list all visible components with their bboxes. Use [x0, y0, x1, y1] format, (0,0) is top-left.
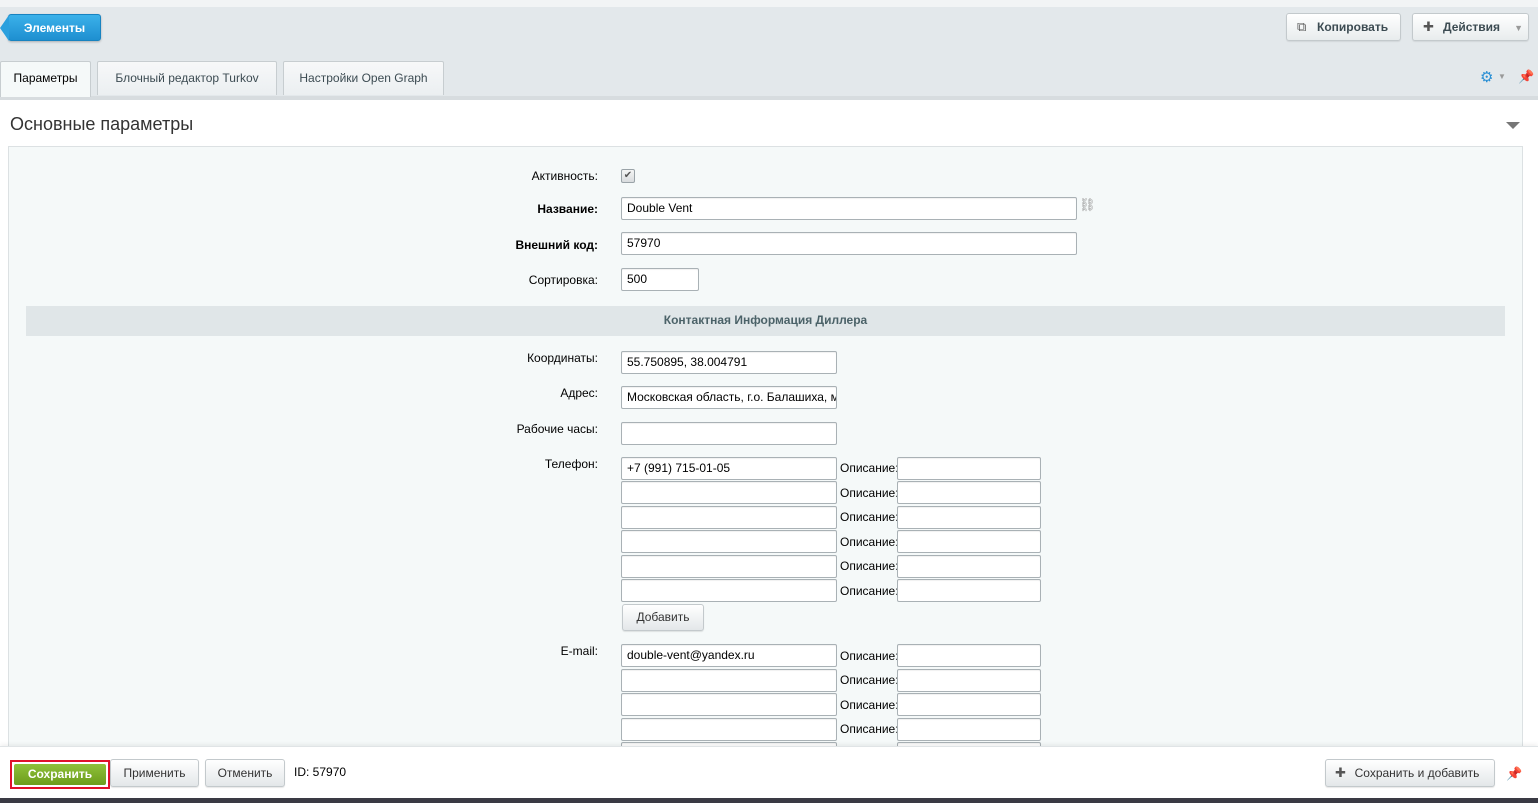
- phone-label: Телефон:: [544, 457, 598, 471]
- active-checkbox[interactable]: ✔: [621, 169, 635, 183]
- content-area: Основные параметры Активность: ✔ Названи…: [0, 96, 1538, 746]
- email-input[interactable]: [621, 669, 837, 692]
- back-to-elements-button[interactable]: Элементы: [0, 14, 101, 41]
- email-description-input[interactable]: [897, 644, 1041, 667]
- save-and-add-button[interactable]: ✚ Сохранить и добавить: [1325, 759, 1495, 787]
- email-description-input[interactable]: [897, 669, 1041, 692]
- address-label: Адрес:: [560, 386, 598, 400]
- pin-icon[interactable]: 📌: [1518, 69, 1534, 85]
- add-phone-button[interactable]: Добавить: [622, 604, 704, 631]
- bottom-action-bar: Сохранить Применить Отменить ID: 57970 ✚…: [0, 746, 1538, 798]
- window-bottom-edge: [0, 798, 1538, 803]
- form-panel: Активность: ✔ Название: Double Vent ⛓ Вн…: [8, 146, 1523, 746]
- sort-input[interactable]: 500: [621, 268, 699, 291]
- email-description-label: Описание:: [840, 722, 899, 736]
- dealer-group-header: Контактная Информация Диллера: [26, 306, 1505, 336]
- checkmark-icon: ✔: [623, 170, 633, 181]
- chevron-down-icon[interactable]: ▼: [1498, 72, 1506, 81]
- tab-open-graph[interactable]: Настройки Open Graph: [283, 61, 444, 95]
- phone-description-input[interactable]: [897, 579, 1041, 602]
- pin-icon[interactable]: 📌: [1506, 766, 1522, 782]
- coords-input[interactable]: 55.750895, 38.004791: [621, 351, 837, 374]
- name-label: Название:: [537, 202, 598, 216]
- xml-id-label: Внешний код:: [515, 238, 598, 252]
- phone-description-input[interactable]: [897, 555, 1041, 578]
- phone-input[interactable]: [621, 579, 837, 602]
- tab-block-editor[interactable]: Блочный редактор Turkov: [97, 61, 277, 95]
- link-icon[interactable]: ⛓: [1079, 197, 1096, 213]
- copy-button[interactable]: ⧉ Копировать: [1286, 13, 1401, 41]
- collapse-arrow-icon[interactable]: [1506, 122, 1520, 129]
- email-description-input[interactable]: [897, 693, 1041, 716]
- phone-description-label: Описание:: [840, 461, 899, 475]
- phone-input[interactable]: [621, 481, 837, 504]
- hours-input[interactable]: [621, 422, 837, 445]
- email-input[interactable]: [621, 693, 837, 716]
- top-toolbar: Элементы ⧉ Копировать ✚ Действия ▼: [0, 0, 1538, 50]
- email-input[interactable]: [621, 718, 837, 741]
- phone-description-label: Описание:: [840, 584, 899, 598]
- phone-input[interactable]: +7 (991) 715-01-05: [621, 457, 837, 480]
- phone-description-label: Описание:: [840, 535, 899, 549]
- plus-icon: ✚: [1423, 19, 1434, 34]
- cancel-button[interactable]: Отменить: [205, 759, 285, 787]
- section-title: Основные параметры: [10, 114, 194, 134]
- copy-label: Копировать: [1317, 20, 1389, 34]
- phone-description-label: Описание:: [840, 559, 899, 573]
- name-input[interactable]: Double Vent: [621, 197, 1077, 220]
- address-input[interactable]: Московская область, г.о. Балашиха, м: [621, 386, 837, 409]
- apply-button[interactable]: Применить: [110, 759, 199, 787]
- email-input[interactable]: double-vent@yandex.ru: [621, 644, 837, 667]
- phone-description-input[interactable]: [897, 530, 1041, 553]
- plus-icon: ✚: [1335, 765, 1346, 780]
- chevron-down-icon: ▼: [1514, 23, 1523, 33]
- actions-label: Действия: [1443, 20, 1501, 34]
- save-and-add-label: Сохранить и добавить: [1354, 766, 1480, 780]
- email-description-input[interactable]: [897, 718, 1041, 741]
- phone-description-input[interactable]: [897, 481, 1041, 504]
- coords-label: Координаты:: [527, 351, 598, 365]
- gear-icon[interactable]: ⚙: [1480, 68, 1493, 86]
- phone-description-input[interactable]: [897, 457, 1041, 480]
- tab-bar: Параметры Блочный редактор Turkov Настро…: [0, 50, 1538, 97]
- phone-input[interactable]: [621, 555, 837, 578]
- active-label: Активность:: [531, 169, 598, 183]
- phone-input[interactable]: [621, 530, 837, 553]
- copy-icon: ⧉: [1297, 19, 1307, 34]
- save-highlight: Сохранить: [10, 760, 110, 789]
- email-description-label: Описание:: [840, 698, 899, 712]
- xml-id-input[interactable]: 57970: [621, 232, 1077, 255]
- phone-input[interactable]: [621, 506, 837, 529]
- hours-label: Рабочие часы:: [516, 422, 598, 436]
- email-description-label: Описание:: [840, 673, 899, 687]
- email-label: E-mail:: [560, 644, 598, 658]
- element-id: ID: 57970: [294, 765, 347, 779]
- save-button[interactable]: Сохранить: [14, 764, 106, 785]
- phone-description-input[interactable]: [897, 506, 1041, 529]
- tab-parameters[interactable]: Параметры: [0, 61, 91, 97]
- sort-label: Сортировка:: [528, 273, 598, 287]
- actions-button[interactable]: ✚ Действия ▼: [1412, 13, 1529, 41]
- phone-description-label: Описание:: [840, 486, 899, 500]
- phone-description-label: Описание:: [840, 510, 899, 524]
- email-description-label: Описание:: [840, 649, 899, 663]
